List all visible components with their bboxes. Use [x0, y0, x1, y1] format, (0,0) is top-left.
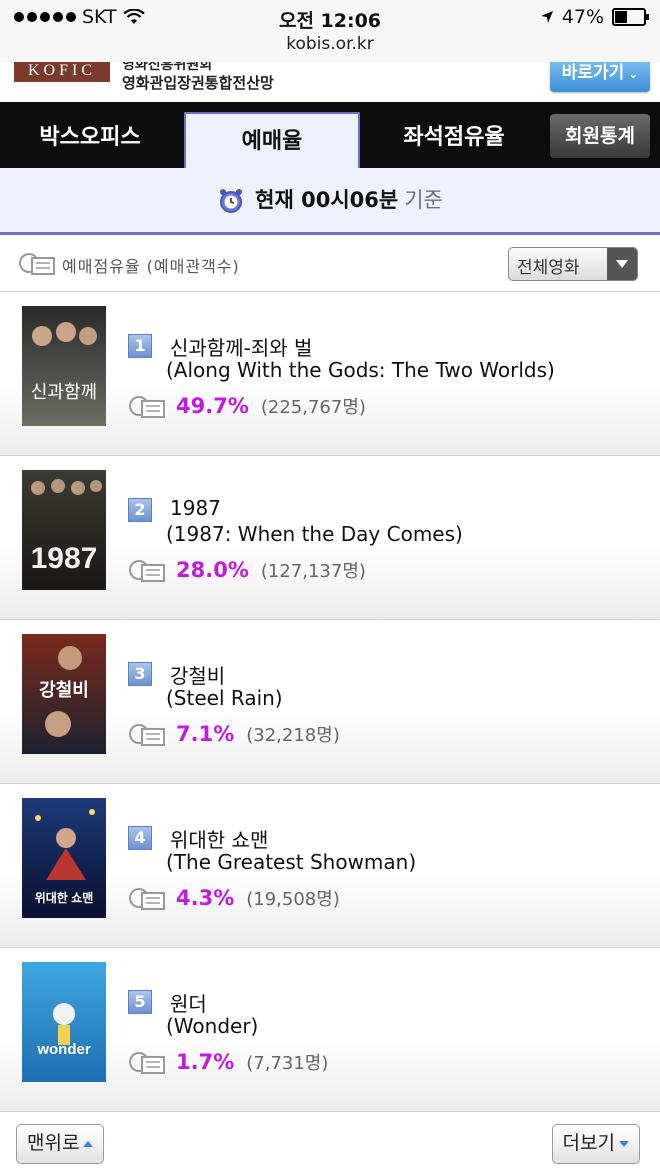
reservation-count: (32,218명)	[246, 725, 340, 746]
page-footer: 맨위로 더보기	[0, 1112, 660, 1173]
movie-title-english[interactable]: (The Greatest Showman)	[166, 850, 416, 874]
more-button[interactable]: 더보기	[551, 1124, 640, 1164]
poster-title: 위대한 쇼맨	[35, 890, 94, 905]
shortcut-button[interactable]: 바로가기 ⌄	[550, 62, 650, 92]
banner-system-name: 영화관입장권통합전산망	[122, 74, 274, 92]
list-item[interactable]: 1987 2 1987 (1987: When the Day Comes) 2…	[0, 456, 660, 620]
back-to-top-label: 맨위로	[27, 1132, 80, 1154]
poster-title: wonder	[36, 1041, 90, 1058]
basis-label: 기준	[404, 188, 443, 212]
address-bar-url[interactable]: kobis.or.kr	[0, 34, 660, 54]
ticket-icon	[129, 724, 165, 746]
movie-title-korean[interactable]: 원더	[170, 988, 207, 1017]
reservation-percent: 7.1%	[176, 722, 235, 746]
share-label: 예매점유율 (예매관객수)	[62, 257, 240, 276]
reservation-percent: 28.0%	[176, 558, 249, 582]
rank-badge: 1	[128, 334, 152, 358]
tab-seat-occupancy[interactable]: 좌석점유율	[362, 110, 546, 168]
caret-up-icon	[83, 1140, 94, 1147]
movie-poster[interactable]: 강철비	[22, 634, 106, 754]
shortcut-label: 바로가기	[561, 63, 625, 83]
ticket-icon	[129, 1052, 165, 1074]
movie-title-korean[interactable]: 신과함께-죄와 벌	[170, 332, 312, 361]
list-item[interactable]: 신과함께 1 신과함께-죄와 벌 (Along With the Gods: T…	[0, 292, 660, 456]
filter-value: 전체영화	[517, 258, 580, 278]
ticket-icon	[129, 560, 165, 582]
poster-title: 강철비	[39, 680, 89, 700]
movie-filter-select[interactable]: 전체영화	[508, 247, 638, 281]
rank-badge: 2	[128, 498, 152, 522]
battery-icon	[612, 8, 649, 26]
movie-poster[interactable]: 1987	[22, 470, 106, 590]
ticket-icon	[19, 253, 55, 275]
reservation-count: (19,508명)	[246, 889, 340, 910]
list-item[interactable]: 강철비 3 강철비 (Steel Rain) 7.1% (32,218명)	[0, 620, 660, 784]
rank-badge: 5	[128, 990, 152, 1014]
list-item[interactable]: 위대한 쇼맨 4 위대한 쇼맨 (The Greatest Showman) 4…	[0, 784, 660, 948]
location-arrow-icon	[540, 11, 553, 23]
chevron-down-icon: ⌄	[628, 67, 639, 81]
reservation-count: (7,731명)	[246, 1053, 329, 1074]
ticket-icon	[129, 396, 165, 418]
tab-member-stats[interactable]: 회원통계	[550, 114, 650, 158]
kofic-logo: KOFIC	[14, 62, 110, 82]
reservation-percent: 4.3%	[176, 886, 235, 910]
movie-title-korean[interactable]: 1987	[170, 496, 221, 520]
status-bar: SKT 오전 12:06 47% kobis.or.kr	[0, 0, 660, 62]
movie-title-korean[interactable]: 강철비	[170, 660, 225, 689]
reservation-percent: 1.7%	[176, 1050, 235, 1074]
list-subheader: 예매점유율 (예매관객수) 전체영화	[0, 235, 660, 292]
dropdown-arrow-icon	[607, 248, 637, 280]
movie-list: 신과함께 1 신과함께-죄와 벌 (Along With the Gods: T…	[0, 292, 660, 1112]
tab-reservation-rate[interactable]: 예매율	[184, 112, 360, 170]
reservation-percent: 49.7%	[176, 394, 249, 418]
movie-title-korean[interactable]: 위대한 쇼맨	[170, 824, 268, 853]
alarm-clock-icon	[220, 189, 243, 213]
battery-percent: 47%	[561, 6, 604, 28]
poster-title: 1987	[31, 542, 98, 575]
movie-title-english[interactable]: (Wonder)	[166, 1014, 258, 1038]
rank-badge: 3	[128, 662, 152, 686]
movie-poster[interactable]: 신과함께	[22, 306, 106, 426]
ticket-icon	[129, 888, 165, 910]
reservation-count: (127,137명)	[260, 561, 366, 582]
back-to-top-button[interactable]: 맨위로	[16, 1124, 105, 1164]
reservation-count: (225,767명)	[260, 397, 366, 418]
movie-title-english[interactable]: (Along With the Gods: The Two Worlds)	[166, 358, 555, 382]
movie-title-english[interactable]: (Steel Rain)	[166, 686, 283, 710]
more-label: 더보기	[562, 1132, 615, 1154]
current-time-label: 현재 00시06분	[255, 188, 399, 212]
time-basis-bar: 현재 00시06분 기준	[0, 168, 660, 235]
rank-badge: 4	[128, 826, 152, 850]
movie-poster[interactable]: wonder	[22, 962, 106, 1082]
poster-title: 신과함께	[31, 382, 97, 402]
movie-title-english[interactable]: (1987: When the Day Comes)	[166, 522, 463, 546]
tab-boxoffice[interactable]: 박스오피스	[0, 110, 180, 168]
list-item[interactable]: wonder 5 원더 (Wonder) 1.7% (7,731명)	[0, 948, 660, 1112]
kofic-banner: KOFIC 영화진흥위원회 영화관입장권통합전산망 바로가기 ⌄	[0, 62, 660, 102]
movie-poster[interactable]: 위대한 쇼맨	[22, 798, 106, 918]
caret-down-icon	[619, 1140, 629, 1147]
main-tabs: 박스오피스 예매율 좌석점유율 회원통계	[0, 102, 660, 170]
